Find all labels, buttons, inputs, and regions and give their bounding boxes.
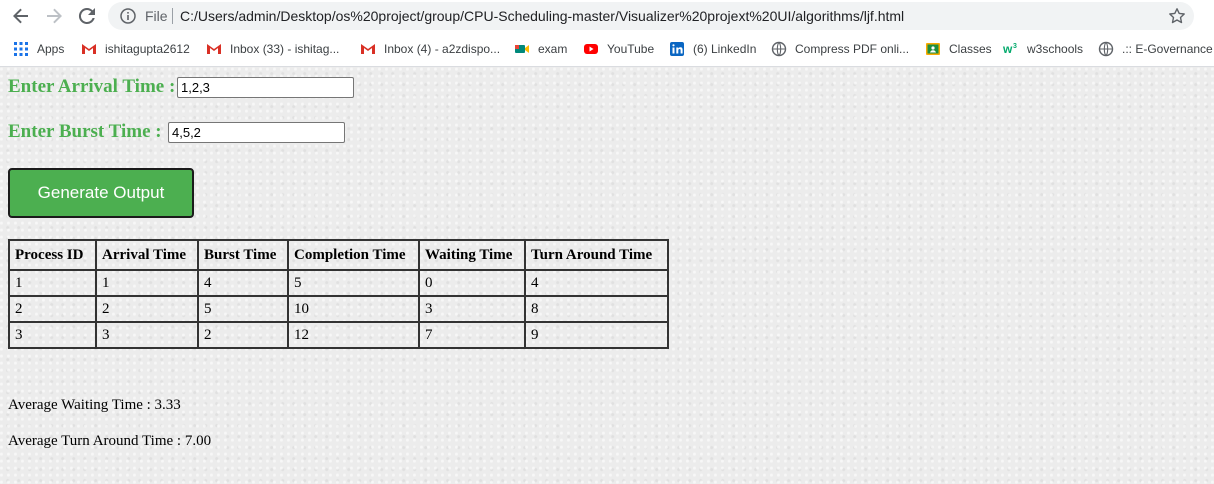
bookmark-w3schools[interactable]: w3 w3schools: [1003, 41, 1083, 57]
table-cell: 9: [524, 321, 669, 349]
info-icon[interactable]: [120, 8, 136, 24]
bookmark-linkedin[interactable]: (6) LinkedIn: [669, 41, 756, 57]
youtube-icon: [584, 44, 598, 54]
bookmark-gmail-1[interactable]: ishitagupta2612: [81, 41, 190, 57]
table-row: 3 3 2 12 7 9: [8, 321, 669, 349]
table-cell: 5: [197, 295, 289, 323]
table-row: 2 2 5 10 3 8: [8, 295, 669, 323]
omnibox-divider: [172, 8, 173, 24]
bookmark-label: Apps: [37, 42, 65, 56]
table-cell: 8: [524, 295, 669, 323]
reload-button[interactable]: [77, 6, 97, 26]
url-scheme-label: File: [145, 8, 168, 24]
table-cell: 7: [418, 321, 526, 349]
bookmark-apps[interactable]: Apps: [13, 41, 64, 57]
linkedin-icon: [670, 42, 684, 56]
table-cell: 4: [197, 269, 289, 297]
forward-button[interactable]: [44, 6, 64, 26]
gmail-icon: [361, 44, 375, 54]
table-cell: 3: [8, 321, 97, 349]
svg-text:w: w: [1003, 42, 1013, 56]
column-header: Burst Time: [197, 239, 289, 271]
apps-grid-icon: [14, 42, 28, 56]
table-header-row: Process ID Arrival Time Burst Time Compl…: [8, 239, 669, 271]
column-header: Completion Time: [287, 239, 420, 271]
average-waiting-time: Average Waiting Time : 3.33: [8, 397, 181, 413]
svg-text:3: 3: [1013, 43, 1017, 50]
bookmark-classes[interactable]: Classes: [925, 41, 992, 57]
arrival-time-label: Enter Arrival Time :: [8, 76, 176, 97]
bookmark-label: YouTube: [607, 42, 655, 56]
bookmark-label: Inbox (4) - a2zdispo...: [384, 42, 501, 56]
results-table: Process ID Arrival Time Burst Time Compl…: [8, 239, 669, 349]
bookmark-gmail-3[interactable]: Inbox (4) - a2zdispo...: [360, 41, 500, 57]
bookmark-label: w3schools: [1027, 42, 1084, 56]
gmail-icon: [207, 44, 221, 54]
gmail-icon: [82, 44, 96, 54]
table-cell: 2: [95, 295, 199, 323]
reload-icon: [78, 7, 95, 24]
bookmark-label: Classes: [949, 42, 992, 56]
globe-icon: [771, 41, 787, 57]
burst-time-input[interactable]: [168, 122, 345, 143]
bookmark-label: Inbox (33) - ishitag...: [230, 42, 340, 56]
table-cell: 2: [8, 295, 97, 323]
bookmarks-bar: Apps ishitagupta2612 Inbox (33) - ishita…: [0, 33, 1214, 67]
back-arrow-icon: [13, 8, 28, 24]
burst-time-label: Enter Burst Time :: [8, 121, 162, 142]
table-cell: 1: [95, 269, 199, 297]
bookmark-exam[interactable]: exam: [514, 41, 567, 57]
arrival-time-input[interactable]: [177, 77, 354, 98]
w3schools-icon: w3: [1003, 42, 1017, 56]
average-turnaround-time: Average Turn Around Time : 7.00: [8, 433, 212, 449]
bookmark-youtube[interactable]: YouTube: [583, 41, 654, 57]
bookmark-label: Compress PDF onli...: [795, 42, 910, 56]
address-bar[interactable]: File C:/Users/admin/Desktop/os%20project…: [108, 2, 1194, 30]
globe-icon: [1098, 41, 1114, 57]
bookmark-egovernance[interactable]: .:: E-Governance ::: [1098, 41, 1214, 57]
table-cell: 3: [418, 295, 526, 323]
bookmark-label: ishitagupta2612: [105, 42, 190, 56]
column-header: Arrival Time: [95, 239, 199, 271]
table-cell: 10: [287, 295, 420, 323]
star-icon[interactable]: [1168, 7, 1186, 25]
bookmark-label: exam: [538, 42, 568, 56]
table-cell: 1: [8, 269, 97, 297]
generate-output-button[interactable]: Generate Output: [8, 168, 194, 218]
column-header: Waiting Time: [418, 239, 526, 271]
meet-icon: [515, 45, 529, 53]
column-header: Process ID: [8, 239, 97, 271]
classroom-icon: [926, 43, 940, 55]
browser-toolbar: File C:/Users/admin/Desktop/os%20project…: [0, 0, 1214, 33]
table-cell: 3: [95, 321, 199, 349]
table-cell: 5: [287, 269, 420, 297]
back-button[interactable]: [11, 6, 31, 26]
page-content: Enter Arrival Time : Enter Burst Time : …: [0, 67, 1214, 484]
bookmark-label: .:: E-Governance ::: [1122, 42, 1214, 56]
bookmark-label: (6) LinkedIn: [693, 42, 757, 56]
table-cell: 0: [418, 269, 526, 297]
column-header: Turn Around Time: [524, 239, 669, 271]
bookmark-gmail-2[interactable]: Inbox (33) - ishitag...: [206, 41, 339, 57]
table-cell: 4: [524, 269, 669, 297]
table-cell: 12: [287, 321, 420, 349]
table-cell: 2: [197, 321, 289, 349]
table-row: 1 1 4 5 0 4: [8, 269, 669, 297]
forward-arrow-icon: [47, 8, 62, 24]
bookmark-compress-pdf[interactable]: Compress PDF onli...: [771, 41, 909, 57]
url-text[interactable]: C:/Users/admin/Desktop/os%20project/grou…: [180, 8, 904, 24]
